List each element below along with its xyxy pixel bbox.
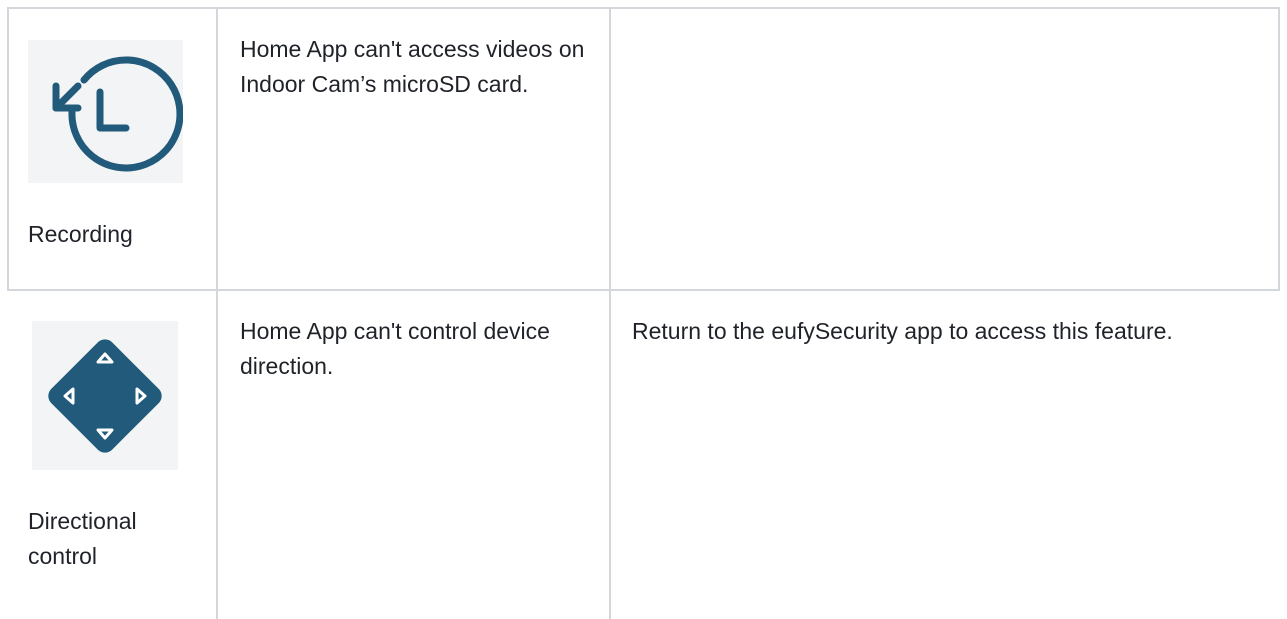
label-line: control [28,543,98,569]
table-border-left [7,7,9,290]
feature-solution-directional-control: Return to the eufySecurity app to access… [632,318,1173,344]
row-divider [7,289,1280,291]
feature-table: Recording Home App can't access videos o… [0,0,1287,619]
table-border-top [7,7,1280,9]
column-divider-2 [609,7,611,619]
column-divider-1 [216,7,218,619]
feature-label-recording: Recording [28,221,133,247]
feature-description-recording: Home App can't access videos on Indoor C… [240,36,585,97]
feature-description-directional-control: Home App can't control device direction. [240,318,550,379]
label-line: Directional [28,508,137,534]
feature-label-directional-control: Directional control [28,504,208,574]
table-border-right [1278,7,1280,290]
history-clock-icon [28,40,183,183]
directional-pad-icon [32,321,178,470]
